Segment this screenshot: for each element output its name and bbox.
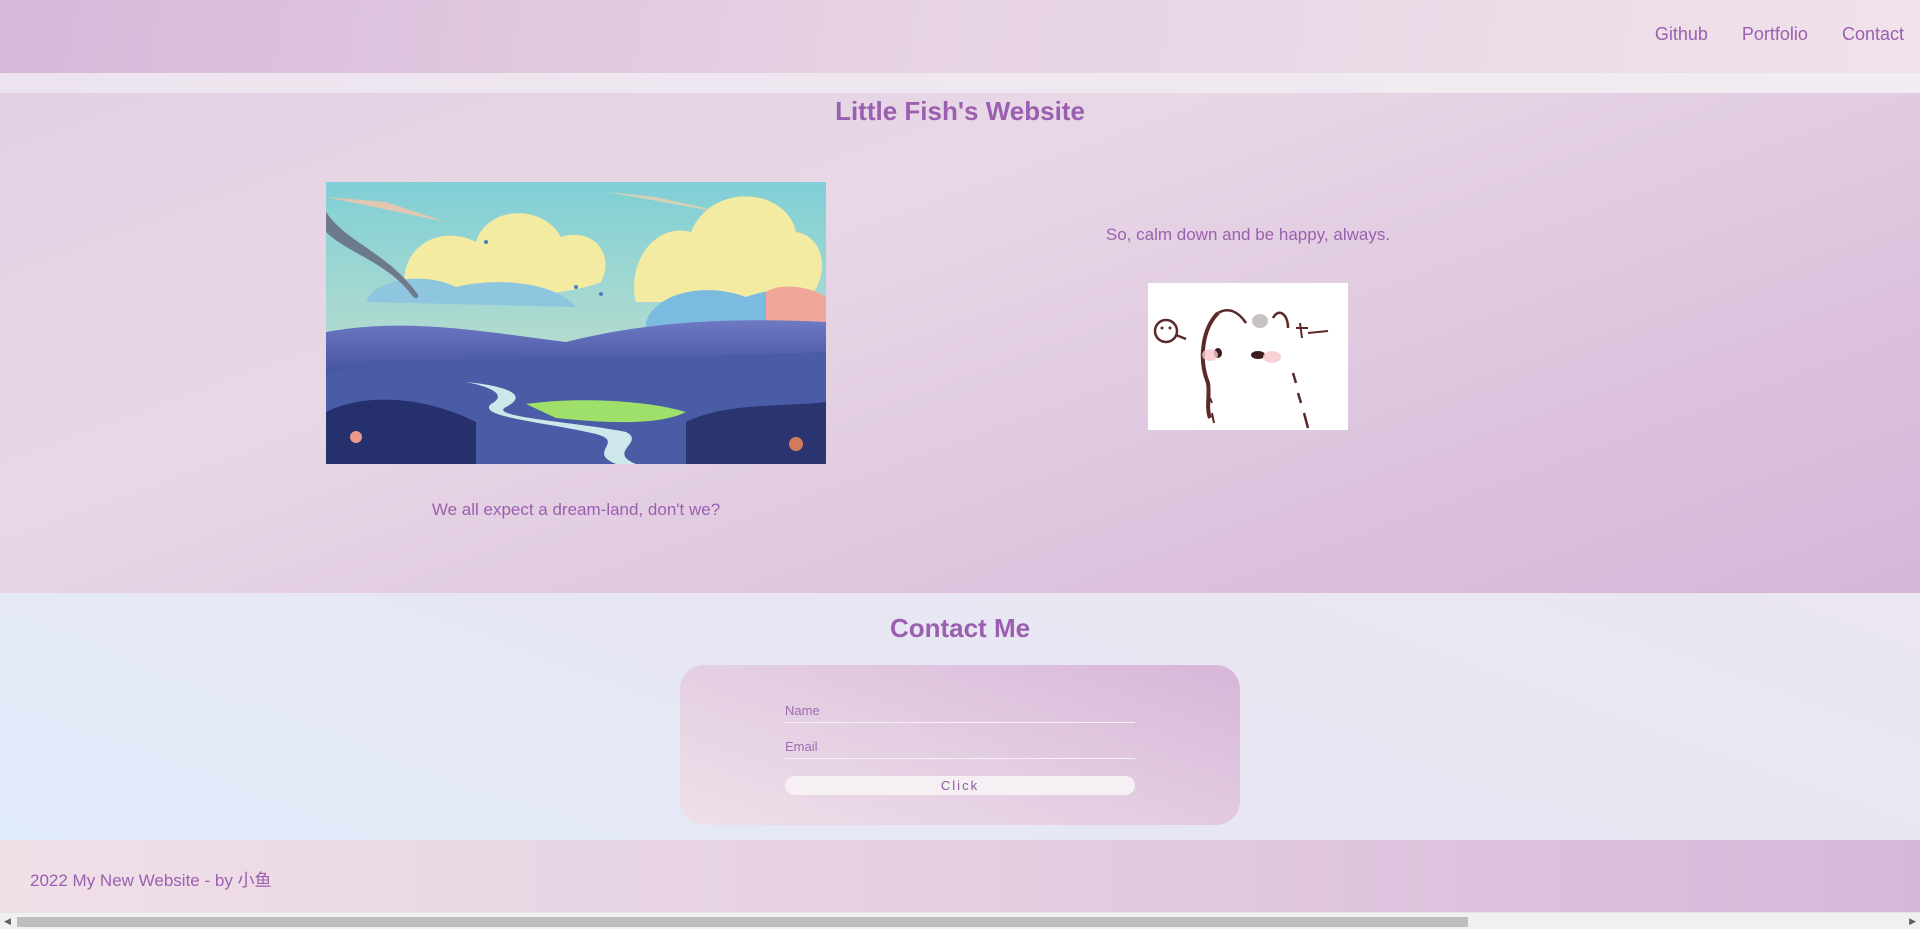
page-title: Little Fish's Website xyxy=(835,96,1085,126)
contact-form: Click xyxy=(680,665,1240,825)
hero-quote: So, calm down and be happy, always. xyxy=(1105,225,1391,244)
contact-section: Contact Me Click xyxy=(0,593,1920,840)
submit-button[interactable]: Click xyxy=(785,776,1135,795)
name-field[interactable] xyxy=(785,699,1135,721)
name-field-wrapper xyxy=(785,699,1135,723)
contact-title: Contact Me xyxy=(889,613,1031,643)
header-divider-band xyxy=(0,73,1920,93)
scroll-left-arrow-icon[interactable]: ◀ xyxy=(4,916,11,926)
nav-link-contact[interactable]: Contact xyxy=(1842,24,1904,45)
horizontal-scrollbar[interactable]: ◀ ▶ xyxy=(0,912,1920,929)
scroll-right-arrow-icon[interactable]: ▶ xyxy=(1909,916,1916,926)
image-caption: We all expect a dream-land, don't we? xyxy=(431,500,721,519)
landscape-image xyxy=(326,182,826,464)
cat-doodle-image xyxy=(1148,283,1348,430)
nav-link-github[interactable]: Github xyxy=(1655,24,1708,45)
site-header: Github Portfolio Contact xyxy=(0,0,1920,73)
footer-text: 2022 My New Website - by 小鱼 xyxy=(30,871,272,890)
hero-section: Little Fish's Website We all expect a dr… xyxy=(0,93,1920,593)
scrollbar-thumb[interactable] xyxy=(17,917,1468,927)
email-field[interactable] xyxy=(785,735,1135,757)
email-field-wrapper xyxy=(785,735,1135,759)
site-footer: 2022 My New Website - by 小鱼 xyxy=(0,840,1920,912)
main-nav: Github Portfolio Contact xyxy=(1655,24,1904,45)
nav-link-portfolio[interactable]: Portfolio xyxy=(1742,24,1808,45)
